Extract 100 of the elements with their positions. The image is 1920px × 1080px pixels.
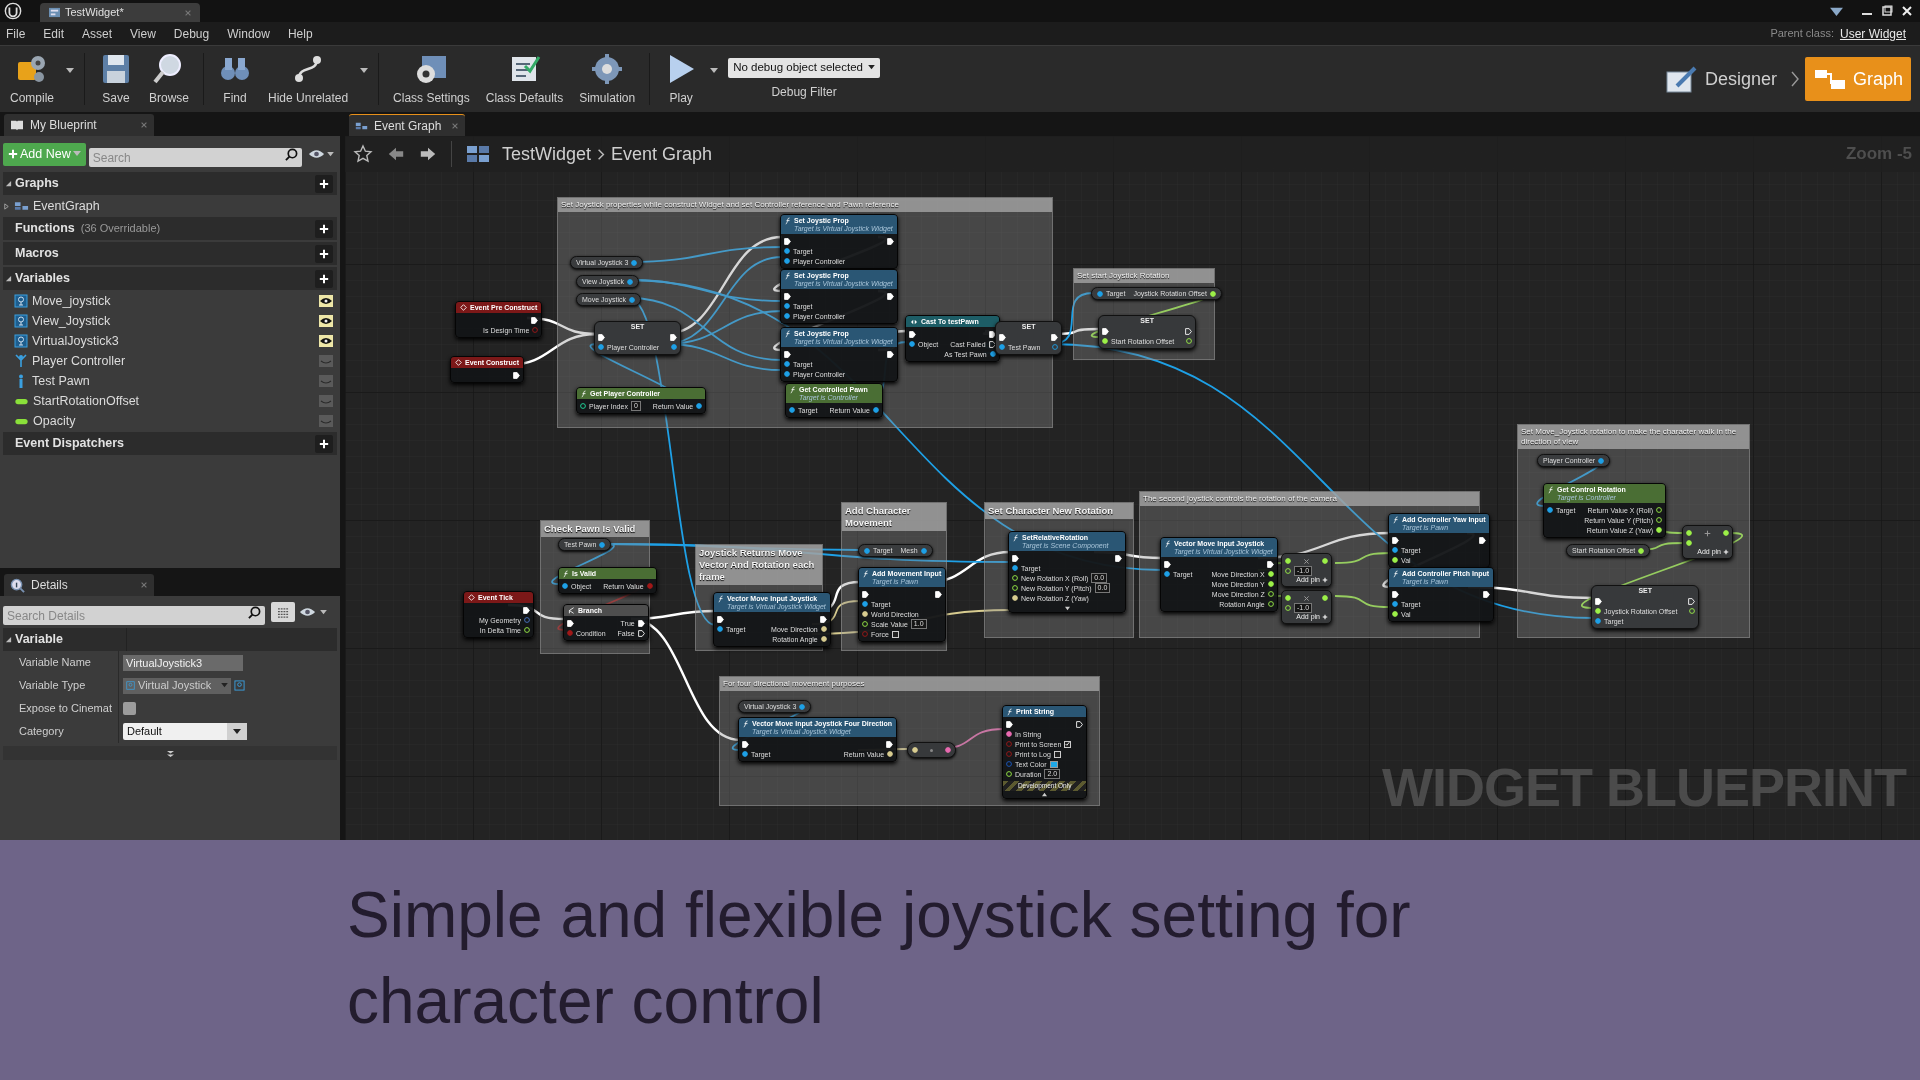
add-button[interactable]	[315, 434, 333, 453]
pin-icon[interactable]	[909, 341, 915, 347]
menu-item[interactable]: File	[6, 24, 26, 43]
exec-pin-icon[interactable]	[784, 350, 791, 358]
pin-icon[interactable]	[1547, 507, 1553, 513]
exec-pin-icon[interactable]	[637, 629, 645, 637]
toolbar-button[interactable]: Class Defaults	[477, 48, 572, 110]
exec-pin-icon[interactable]	[988, 330, 996, 338]
back-arrow-icon[interactable]	[387, 145, 405, 163]
eye-icon[interactable]	[319, 315, 333, 327]
pin-icon[interactable]	[742, 751, 748, 757]
tree-item[interactable]: StartRotationOffset	[3, 392, 337, 410]
toolbar-button[interactable]: Simulation	[571, 48, 644, 110]
exec-pin-icon[interactable]	[988, 340, 996, 348]
pin-icon[interactable]	[1006, 731, 1012, 737]
pin-icon[interactable]	[784, 303, 790, 309]
toolbar-button[interactable]: Browse	[141, 48, 198, 110]
exec-pin-icon[interactable]	[598, 333, 605, 341]
exec-pin-icon[interactable]	[784, 292, 791, 300]
pin-icon[interactable]	[862, 601, 868, 607]
panel-tab[interactable]: My Blueprint	[4, 114, 154, 136]
pin-icon[interactable]	[789, 407, 795, 413]
pin-icon[interactable]	[989, 351, 996, 357]
plus-icon[interactable]	[1322, 614, 1328, 620]
tree-item[interactable]: EventGraph	[3, 197, 337, 215]
pin-icon[interactable]	[784, 361, 790, 367]
menu-item[interactable]: Edit	[43, 24, 65, 43]
caret-icon[interactable]	[320, 609, 327, 615]
maximize-icon[interactable]	[1880, 5, 1894, 17]
exec-pin-icon[interactable]	[1479, 536, 1487, 544]
exec-pin-icon[interactable]	[1185, 327, 1193, 335]
toolbar-button[interactable]: Class Settings	[385, 48, 478, 110]
exec-pin-icon[interactable]	[670, 333, 678, 341]
panel-tab[interactable]: Details	[4, 574, 154, 596]
plus-icon[interactable]	[1322, 577, 1328, 583]
mode-button[interactable]: Designer	[1656, 57, 1785, 101]
section-header[interactable]: Event Dispatchers	[3, 432, 337, 455]
checkbox[interactable]	[891, 630, 899, 638]
breadcrumb-link[interactable]: TestWidget	[502, 140, 592, 168]
checkbox[interactable]	[123, 702, 136, 715]
menu-item[interactable]: Debug	[173, 24, 210, 43]
star-icon[interactable]	[353, 144, 373, 164]
exec-pin-icon[interactable]	[886, 237, 894, 245]
section-header[interactable]: Macros	[3, 242, 337, 265]
pin-icon[interactable]	[717, 626, 723, 632]
pin-icon[interactable]	[1164, 571, 1170, 577]
pin-icon[interactable]	[562, 583, 568, 589]
eye-icon[interactable]	[308, 149, 325, 159]
exec-pin-icon[interactable]	[909, 330, 916, 338]
tree-item[interactable]: View_Joystick	[3, 312, 337, 330]
exec-pin-icon[interactable]	[1115, 554, 1123, 562]
pin-icon[interactable]	[872, 407, 879, 413]
exec-pin-icon[interactable]	[886, 350, 894, 358]
add-button[interactable]	[315, 174, 333, 193]
plus-icon[interactable]	[1723, 549, 1729, 555]
pin-icon[interactable]	[784, 313, 790, 319]
toolbar-button[interactable]: Play	[656, 48, 707, 110]
caret-icon[interactable]	[710, 68, 719, 74]
exec-pin-icon[interactable]	[523, 606, 530, 614]
tree-item[interactable]: Test Pawn	[3, 372, 337, 390]
exec-pin-icon[interactable]	[819, 615, 827, 623]
add-button[interactable]	[315, 269, 333, 288]
search-field[interactable]: Search	[88, 148, 302, 167]
caret-icon[interactable]	[66, 68, 74, 74]
document-tab[interactable]: TestWidget*	[40, 3, 200, 22]
checkbox[interactable]	[1064, 740, 1072, 748]
tree-item[interactable]: Player Controller	[3, 352, 337, 370]
eye-icon[interactable]	[319, 295, 333, 307]
caret-icon[interactable]	[360, 68, 369, 74]
logo-icon[interactable]	[4, 2, 22, 20]
exec-pin-icon[interactable]	[886, 292, 894, 300]
expand-arrow-icon[interactable]	[164, 749, 176, 757]
exec-pin-icon[interactable]	[1688, 597, 1696, 605]
tree-item[interactable]: Move_joystick	[3, 292, 337, 310]
category-dropdown[interactable]: Default	[123, 723, 247, 740]
toolbar-button[interactable]: Hide Unrelated	[260, 48, 357, 110]
exec-pin-icon[interactable]	[1164, 560, 1171, 568]
forward-arrow-icon[interactable]	[419, 145, 437, 163]
section-header[interactable]: Variables	[3, 267, 337, 290]
menu-item[interactable]: View	[130, 24, 156, 43]
toolbar-button[interactable]: Save	[91, 48, 141, 110]
menu-item[interactable]: Window	[227, 24, 270, 43]
checkbox[interactable]	[1053, 750, 1061, 758]
exec-pin-icon[interactable]	[886, 740, 894, 748]
add-button[interactable]	[315, 244, 333, 263]
exec-pin-icon[interactable]	[1595, 597, 1602, 605]
toolbar-button[interactable]: Compile	[2, 48, 62, 110]
eye-icon[interactable]	[319, 335, 333, 347]
close-icon[interactable]	[1900, 5, 1914, 17]
exec-pin-icon[interactable]	[1051, 333, 1059, 341]
exec-pin-icon[interactable]	[1102, 327, 1109, 335]
pin-icon[interactable]	[784, 371, 790, 377]
exec-pin-icon[interactable]	[1006, 720, 1013, 728]
exec-pin-icon[interactable]	[1392, 590, 1399, 598]
pin-icon[interactable]	[696, 403, 703, 409]
toolbar-button[interactable]: Find	[210, 48, 261, 110]
list-view-button[interactable]	[271, 602, 295, 622]
add-button[interactable]	[315, 219, 333, 238]
parent-class-link[interactable]: User Widget	[1839, 24, 1906, 43]
exec-pin-icon[interactable]	[1012, 554, 1019, 562]
